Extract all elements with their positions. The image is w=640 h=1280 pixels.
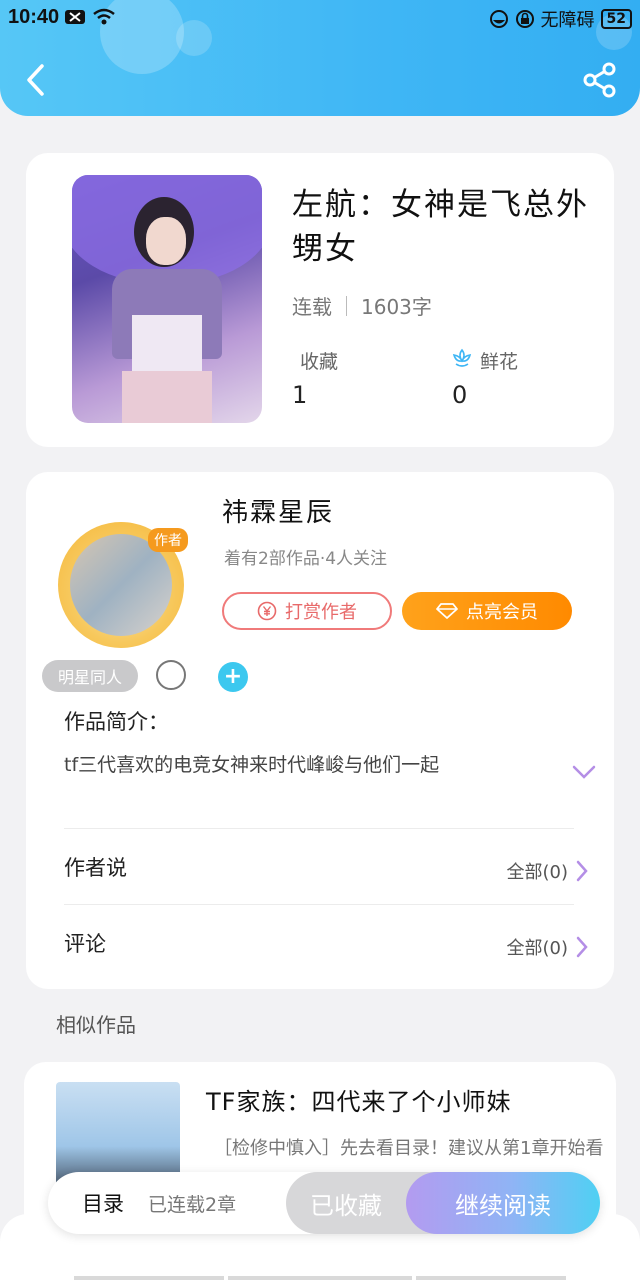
book-status: 连载	[292, 295, 332, 319]
chevron-down-icon[interactable]	[572, 764, 596, 780]
app-header: 10:40 无障碍 52	[0, 0, 640, 116]
book-info-card: 左航：女神是飞总外甥女 连载 1603字 收藏 1 鲜花 0	[26, 153, 614, 447]
battery-indicator: 52	[600, 9, 632, 29]
notification-icon	[65, 10, 85, 24]
similar-book-title: TF家族：四代来了个小师妹	[206, 1088, 512, 1116]
chevron-right-icon	[576, 860, 588, 882]
author-says-more[interactable]: 全部(0)	[507, 858, 589, 884]
tag-circle[interactable]	[156, 660, 186, 690]
accessibility-label: 无障碍	[540, 10, 595, 31]
author-says-heading[interactable]: 作者说	[64, 852, 127, 882]
comments-count: 全部(0)	[506, 938, 569, 959]
toc-button[interactable]: 目录	[82, 1188, 124, 1218]
chevron-right-icon	[576, 936, 588, 958]
flower-icon	[452, 348, 472, 367]
share-icon[interactable]	[582, 62, 618, 98]
lock-rotation-icon	[515, 10, 534, 28]
comments-more[interactable]: 全部(0)	[507, 934, 589, 960]
book-title: 左航：女神是飞总外甥女	[292, 187, 589, 267]
vip-button[interactable]: 点亮会员	[402, 592, 572, 630]
divider	[64, 828, 574, 829]
similar-heading: 相似作品	[56, 1013, 136, 1037]
add-tag-button[interactable]: +	[218, 662, 248, 692]
author-name[interactable]: 祎霖星辰	[222, 492, 334, 529]
yen-coin-icon	[257, 601, 277, 621]
book-cover[interactable]	[72, 175, 262, 423]
vip-label: 点亮会员	[466, 602, 538, 623]
status-time: 10:40	[8, 6, 60, 28]
author-avatar[interactable]: 作者	[52, 516, 188, 648]
bottom-action-bar: 目录 已连载2章 已收藏 继续阅读	[48, 1172, 600, 1234]
book-word-count: 1603字	[361, 295, 432, 319]
author-meta: 着有2部作品·4人关注	[224, 549, 388, 569]
back-button[interactable]	[22, 62, 50, 98]
flower-count: 0	[452, 381, 468, 409]
author-card: 作者 祎霖星辰 着有2部作品·4人关注 打赏作者 点亮会员 明星同人 + 作品简…	[26, 472, 614, 989]
continue-reading-label: 继续阅读	[455, 1191, 551, 1220]
divider	[64, 904, 574, 905]
status-bar: 10:40 无障碍 52	[0, 0, 640, 34]
nav-hint	[74, 1276, 224, 1280]
wifi-icon	[93, 8, 115, 25]
collect-label: 收藏	[300, 351, 339, 373]
author-says-count: 全部(0)	[506, 862, 569, 883]
category-tag[interactable]: 明星同人	[42, 660, 138, 692]
favorited-label: 已收藏	[310, 1191, 382, 1220]
divider	[346, 295, 347, 316]
similar-book-desc: ［检修中慎入］先去看目录！建议从第1章开始看	[214, 1138, 604, 1159]
status-icons-left	[64, 8, 116, 26]
tip-author-label: 打赏作者	[285, 602, 357, 623]
book-meta: 连载 1603字	[292, 291, 432, 320]
author-tag: 作者	[148, 528, 188, 552]
status-icons-right: 无障碍 52	[489, 6, 632, 32]
data-saver-icon	[489, 10, 508, 28]
nav-hint	[416, 1276, 566, 1280]
chapter-count: 已连载2章	[148, 1194, 237, 1216]
diamond-icon	[436, 603, 458, 619]
collect-count: 1	[292, 381, 308, 409]
continue-reading-button[interactable]: 继续阅读	[406, 1172, 600, 1234]
comments-heading[interactable]: 评论	[64, 928, 106, 958]
intro-text: tf三代喜欢的电竞女神来时代峰峻与他们一起	[64, 754, 440, 776]
intro-heading: 作品简介：	[64, 710, 169, 734]
nav-hint	[228, 1276, 412, 1280]
flower-label: 鲜花	[480, 351, 519, 373]
tip-author-button[interactable]: 打赏作者	[222, 592, 392, 630]
